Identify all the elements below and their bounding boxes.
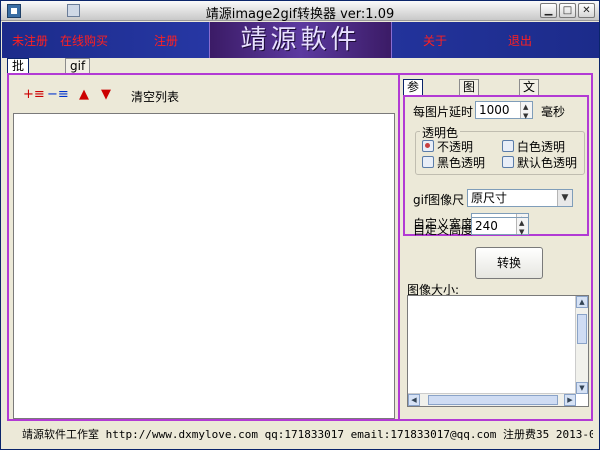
maximize-button[interactable]: □ xyxy=(559,3,576,18)
title-bar[interactable]: 靖源image2gif转换器 ver:1.09 ▁ □ ✕ xyxy=(1,1,599,22)
radio-default-transparent[interactable]: 默认色透明 xyxy=(502,154,577,171)
menu-exit[interactable]: 退出 xyxy=(508,32,532,49)
radio-black-transparent[interactable]: 黑色透明 xyxy=(422,154,485,171)
settings-pane: 参数设置 图片水印 文字水印 每图片延时 1000 毫秒 透明色 不透明 白色透… xyxy=(401,77,591,417)
height-spin-icon[interactable] xyxy=(516,215,528,240)
main-frame: +≡ −≡ ▲ ▼ 清空列表 参数设置 图片水印 文字水印 每图片延时 1000 xyxy=(7,73,593,421)
scroll-up-icon[interactable]: ▲ xyxy=(576,296,588,308)
banner: 未注册 在线购买 注册 靖源軟件 关于 退出 xyxy=(2,22,599,58)
status-bar: 靖源软件工作室 http://www.dxmylove.com qq:17183… xyxy=(22,428,593,441)
radio-white-transparent[interactable]: 白色透明 xyxy=(502,138,565,155)
tab-image-watermark[interactable]: 图片水印 xyxy=(459,79,480,139)
delay-input[interactable]: 1000 xyxy=(475,99,533,124)
delay-spin-icon[interactable] xyxy=(520,99,532,124)
horizontal-scrollbar[interactable]: ◀ ▶ xyxy=(408,393,576,406)
height-value: 240 xyxy=(475,219,498,233)
brand-logo: 靖源軟件 xyxy=(209,22,392,58)
image-size-box[interactable]: ▲ ▼ ◀ ▶ xyxy=(407,295,589,407)
delay-label: 每图片延时 xyxy=(413,105,474,119)
vertical-scroll-thumb[interactable] xyxy=(577,314,587,344)
file-list-pane: +≡ −≡ ▲ ▼ 清空列表 xyxy=(13,77,395,419)
delay-unit: 毫秒 xyxy=(541,105,566,119)
scroll-right-icon[interactable]: ▶ xyxy=(564,394,576,406)
window-title: 靖源image2gif转换器 ver:1.09 xyxy=(205,7,395,22)
scroll-left-icon[interactable]: ◀ xyxy=(408,394,420,406)
file-list[interactable] xyxy=(13,113,395,419)
radio-opaque[interactable]: 不透明 xyxy=(422,138,473,155)
tab-gif-split[interactable]: gif分解 xyxy=(65,58,91,103)
tab-text-watermark[interactable]: 文字水印 xyxy=(519,79,540,139)
pane-divider xyxy=(398,75,400,419)
delay-value: 1000 xyxy=(479,103,510,117)
height-label: 自定义高度 xyxy=(413,223,474,237)
app-window: 靖源image2gif转换器 ver:1.09 ▁ □ ✕ 未注册 在线购买 注… xyxy=(0,0,600,450)
close-button[interactable]: ✕ xyxy=(578,3,595,18)
horizontal-scroll-thumb[interactable] xyxy=(428,395,558,405)
gif-size-value: 原尺寸 xyxy=(471,191,508,205)
minimize-button[interactable]: ▁ xyxy=(540,3,557,18)
list-toolbar: +≡ −≡ ▲ ▼ 清空列表 xyxy=(13,77,395,113)
height-input[interactable]: 240 xyxy=(471,215,529,240)
convert-button[interactable]: 转换 xyxy=(475,247,543,279)
tab-params[interactable]: 参数设置 xyxy=(403,79,424,139)
vertical-scrollbar[interactable]: ▲ ▼ xyxy=(575,296,588,394)
params-panel: 每图片延时 1000 毫秒 透明色 不透明 白色透明 黑色透明 默认色透明 gi… xyxy=(403,95,589,236)
transparency-group: 透明色 不透明 白色透明 黑色透明 默认色透明 xyxy=(415,124,585,175)
arrow-up-icon[interactable]: ▲ xyxy=(75,87,93,103)
clear-list-button[interactable]: 清空列表 xyxy=(131,88,179,105)
gif-size-label: gif图像尺 xyxy=(413,193,465,207)
menu-buy-online[interactable]: 在线购买 xyxy=(60,32,108,49)
chevron-down-icon[interactable]: ▼ xyxy=(557,190,572,206)
scroll-down-icon[interactable]: ▼ xyxy=(576,382,588,394)
add-list-icon[interactable]: +≡ xyxy=(23,87,45,103)
menu-unregistered[interactable]: 未注册 xyxy=(12,32,48,49)
menu-register[interactable]: 注册 xyxy=(154,32,178,49)
menu-about[interactable]: 关于 xyxy=(423,32,447,49)
remove-list-icon[interactable]: −≡ xyxy=(47,87,69,103)
gif-size-select[interactable]: 原尺寸 ▼ xyxy=(467,189,573,207)
arrow-down-icon[interactable]: ▼ xyxy=(97,87,115,103)
